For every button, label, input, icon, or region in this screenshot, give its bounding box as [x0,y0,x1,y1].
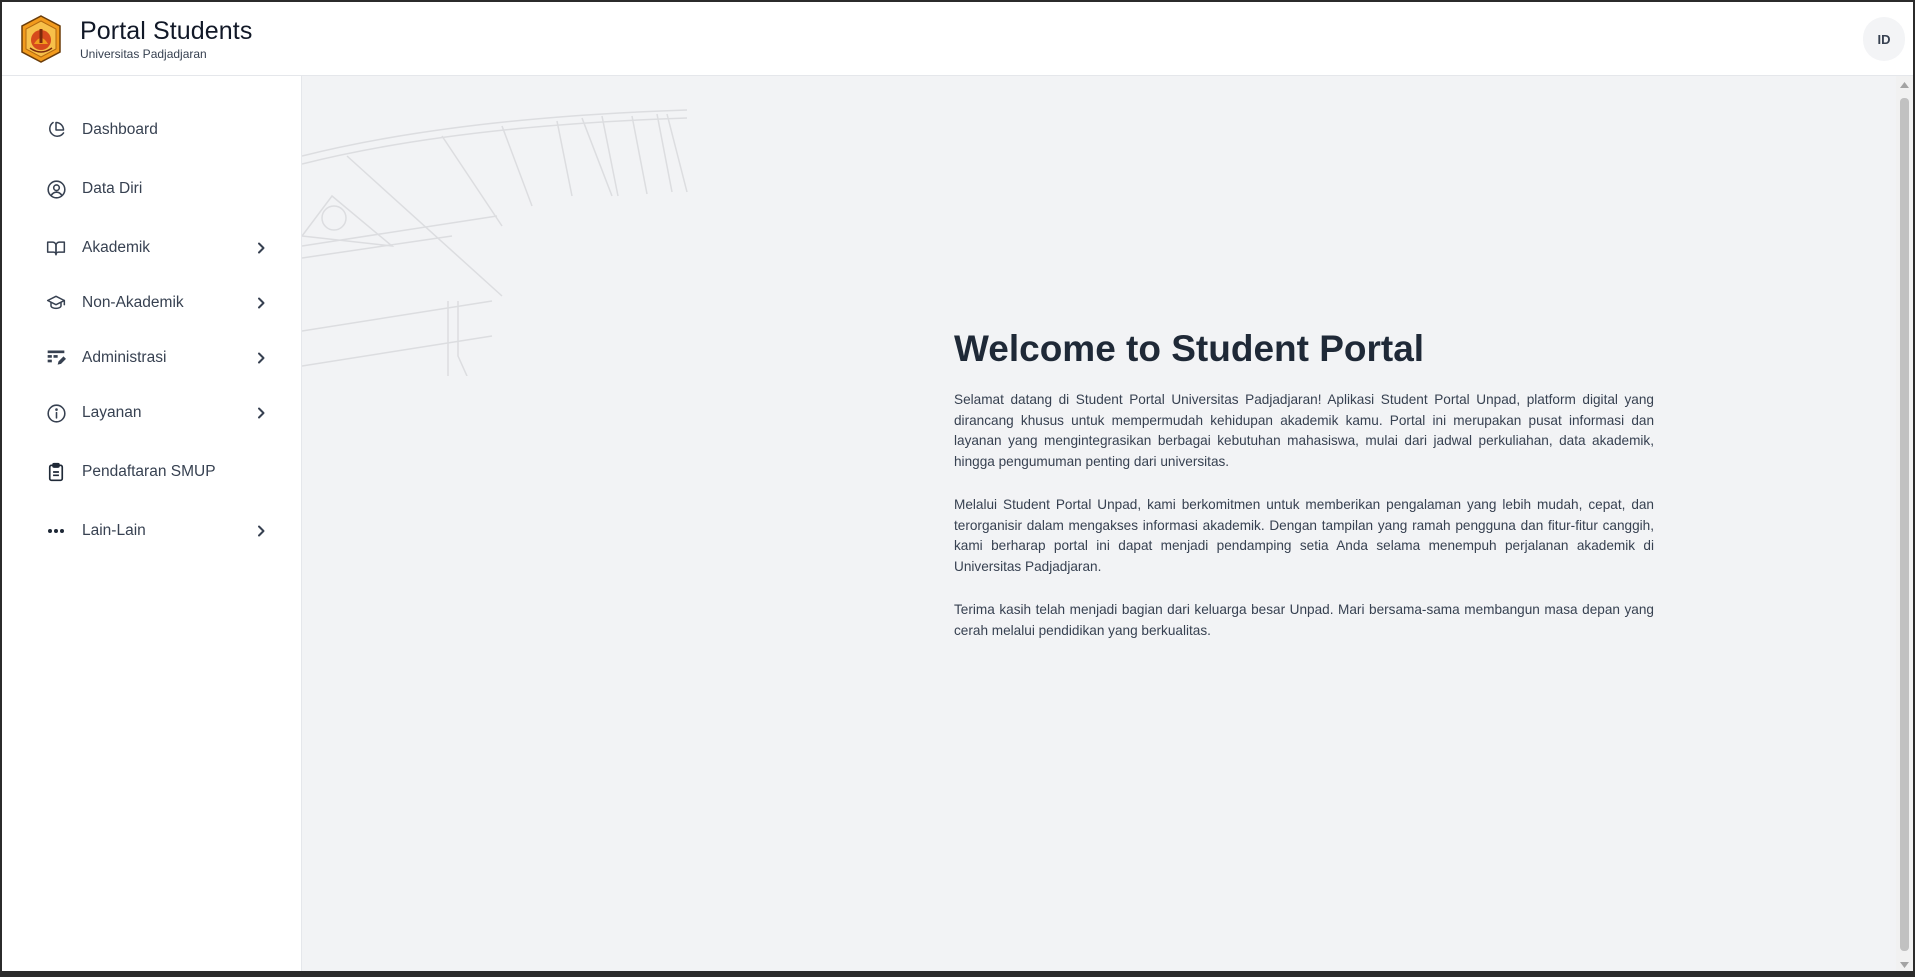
language-toggle-button[interactable]: ID [1863,17,1905,61]
info-icon [45,402,67,424]
unpad-crest-icon[interactable] [16,14,66,64]
building-outline-illustration [302,109,688,376]
top-header: Portal Students Universitas Padjadjaran … [2,2,1913,76]
brand-block: Portal Students Universitas Padjadjaran [80,16,252,61]
sidebar-item-label: Administrasi [82,349,167,366]
chevron-right-icon [254,524,268,538]
open-book-icon [45,237,67,259]
chevron-right-icon [254,241,268,255]
scroll-up-arrow-icon[interactable] [1896,76,1913,93]
graduation-cap-icon [45,292,67,314]
scroll-down-arrow-icon[interactable] [1896,956,1913,971]
more-dots-icon [45,520,67,542]
welcome-paragraph: Terima kasih telah menjadi bagian dari k… [954,602,1654,638]
scrollbar-thumb[interactable] [1900,98,1909,951]
chevron-right-icon [254,296,268,310]
welcome-paragraph: Melalui Student Portal Unpad, kami berko… [954,497,1654,574]
app-title: Portal Students [80,17,253,45]
pie-chart-icon [45,119,67,141]
welcome-title: Welcome to Student Portal [954,328,1425,369]
sidebar-item-label: Lain-Lain [82,522,146,539]
sidebar-item-label: Pendaftaran SMUP [82,463,216,480]
main-content: Welcome to Student Portal Selamat datang… [302,76,1898,971]
table-edit-icon [45,347,67,369]
sidebar-item-administrasi[interactable]: Administrasi [2,336,302,380]
chevron-right-icon [254,406,268,420]
sidebar-item-akademik[interactable]: Akademik [2,226,302,270]
user-circle-icon [45,178,67,200]
sidebar-item-non-akademik[interactable]: Non-Akademik [2,281,302,325]
sidebar-item-label: Dashboard [82,121,158,138]
welcome-paragraph: Selamat datang di Student Portal Univers… [954,392,1654,469]
sidebar-item-label: Data Diri [82,180,143,197]
university-name: Universitas Padjadjaran [80,47,207,61]
vertical-scrollbar[interactable] [1896,76,1913,971]
browser-window: Portal Students Universitas Padjadjaran … [0,0,1915,977]
chevron-right-icon [254,351,268,365]
sidebar-item-label: Non-Akademik [82,294,184,311]
sidebar-item-label: Akademik [82,239,151,256]
sidebar-item-pendaftaran-smup[interactable]: Pendaftaran SMUP [2,450,302,494]
sidebar-item-data-diri[interactable]: Data Diri [2,167,302,211]
clipboard-icon [45,461,67,483]
welcome-section: Welcome to Student Portal Selamat datang… [954,326,1654,664]
sidebar-item-lain-lain[interactable]: Lain-Lain [2,509,302,553]
sidebar-item-dashboard[interactable]: Dashboard [2,108,302,152]
sidebar-item-layanan[interactable]: Layanan [2,391,302,435]
sidebar-item-label: Layanan [82,404,142,421]
sidebar: Dashboard Data Diri Akademik Non-Akademi… [2,76,302,971]
